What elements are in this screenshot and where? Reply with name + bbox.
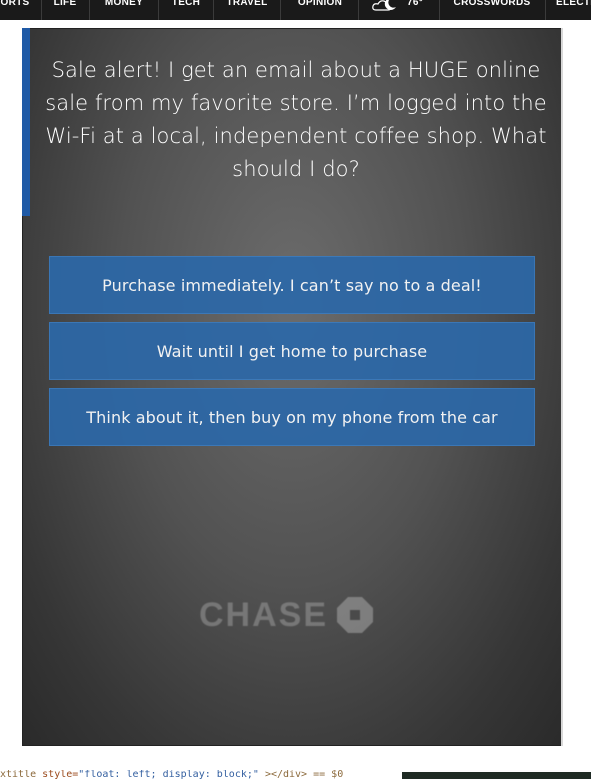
answer-button-purchase-immediately[interactable]: Purchase immediately. I can’t say no to …	[49, 256, 535, 314]
ad-accent-bar	[22, 28, 30, 216]
nav-item-elections[interactable]: ELECTI	[556, 0, 591, 20]
nav-item-money[interactable]: MONEY	[100, 0, 148, 20]
chase-wordmark: CHASE	[199, 595, 329, 634]
code-token: ></div>	[264, 770, 308, 779]
ad-question: Sale alert! I get an email about a HUGE …	[45, 58, 547, 181]
nav-item-tech[interactable]: TECH	[168, 0, 204, 20]
weather-temperature[interactable]: 76°	[403, 0, 427, 20]
nav-divider	[158, 0, 159, 20]
page-footer-block	[402, 772, 591, 779]
chase-logo[interactable]: CHASE	[199, 595, 374, 635]
answer-button-wait-until-home[interactable]: Wait until I get home to purchase	[49, 322, 535, 380]
top-navigation-bar: ORTS LIFE MONEY TECH TRAVEL OPINION 76° …	[0, 0, 591, 20]
nav-divider	[41, 0, 42, 20]
code-token: == $0	[313, 770, 344, 779]
nav-item-travel[interactable]: TRAVEL	[222, 0, 272, 20]
nav-divider	[358, 0, 359, 20]
code-token: style=	[42, 770, 79, 779]
cloud-moon-icon[interactable]	[372, 0, 398, 12]
nav-divider	[213, 0, 214, 20]
nav-divider	[545, 0, 546, 20]
ad-edge	[561, 28, 563, 746]
code-token: "float: left; display: block;"	[78, 770, 259, 779]
devtools-code-line: xtitle style="float: left; display: bloc…	[0, 770, 402, 779]
nav-item-crosswords[interactable]: CROSSWORDS	[448, 0, 536, 20]
code-token: xtitle	[0, 770, 37, 779]
nav-item-life[interactable]: LIFE	[50, 0, 80, 20]
chase-octagon-icon	[337, 597, 374, 633]
answer-button-buy-from-car[interactable]: Think about it, then buy on my phone fro…	[49, 388, 535, 446]
nav-divider	[439, 0, 440, 20]
nav-divider	[89, 0, 90, 20]
nav-item-opinion[interactable]: OPINION	[290, 0, 350, 20]
nav-divider	[280, 0, 281, 20]
nav-item-sports[interactable]: ORTS	[0, 0, 30, 20]
